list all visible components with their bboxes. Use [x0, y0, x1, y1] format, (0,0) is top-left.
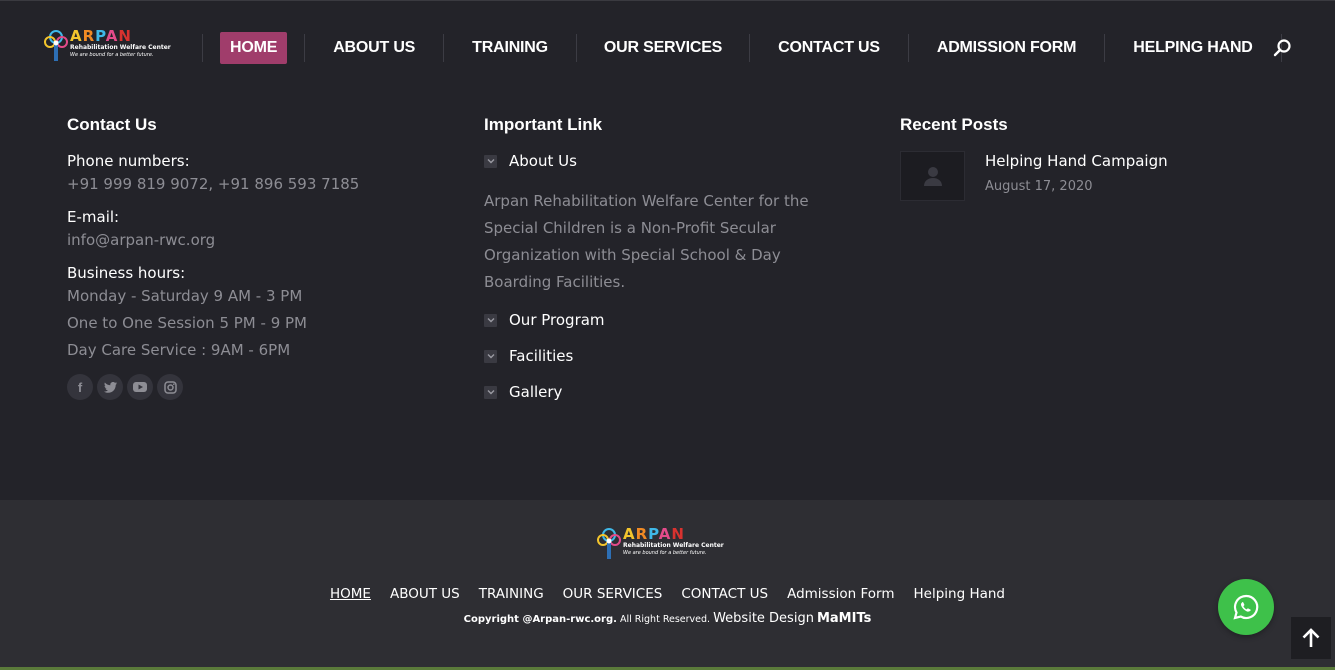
footer-nav-helping-hand[interactable]: Helping Hand: [914, 586, 1006, 602]
recent-posts-widget: Recent Posts Helping Hand Campaign Augus…: [900, 115, 1260, 201]
chevron-down-icon: [484, 385, 497, 399]
link-label: Our Program: [509, 311, 605, 329]
recent-post[interactable]: Helping Hand Campaign August 17, 2020: [900, 151, 1260, 201]
link-label: Facilities: [509, 347, 574, 365]
logo-tagline: We are bound for a better future.: [623, 550, 707, 556]
nav-divider: [443, 34, 445, 62]
logo-subtitle: Rehabilitation Welfare Center: [70, 44, 171, 51]
link-gallery[interactable]: Gallery: [484, 382, 844, 402]
hours-line: One to One Session 5 PM - 9 PM: [67, 314, 307, 332]
site-header: ARPAN Rehabilitation Welfare Center We a…: [0, 0, 1335, 94]
logo-subtitle: Rehabilitation Welfare Center: [623, 542, 724, 549]
contact-title: Contact Us: [67, 115, 157, 134]
main-nav: HOME ABOUT US TRAINING OUR SERVICES CONT…: [202, 32, 1282, 64]
link-our-program[interactable]: Our Program: [484, 310, 844, 330]
logo-mark-icon: [44, 29, 68, 61]
organization-description: Arpan Rehabilitation Welfare Center for …: [484, 192, 809, 291]
footer-nav: HOME ABOUT US TRAINING OUR SERVICES CONT…: [0, 586, 1335, 602]
nav-item-contact-us[interactable]: CONTACT US: [778, 32, 880, 64]
youtube-icon[interactable]: [127, 374, 153, 400]
footer-nav-about-us[interactable]: ABOUT US: [390, 586, 460, 602]
nav-item-home[interactable]: HOME: [220, 32, 288, 64]
nav-divider: [202, 34, 203, 62]
copyright-text: Copyright @Arpan-rwc.org. All Right Rese…: [0, 611, 1335, 626]
footer-nav-training[interactable]: TRAINING: [479, 586, 544, 602]
post-date: August 17, 2020: [985, 179, 1093, 194]
copyright-owner: Copyright @Arpan-rwc.org.: [463, 614, 617, 625]
chevron-down-icon: [484, 349, 497, 363]
hours-line: Day Care Service : 9AM - 6PM: [67, 341, 291, 359]
phone-label: Phone numbers:: [67, 152, 190, 170]
instagram-icon[interactable]: [157, 374, 183, 400]
nav-divider: [304, 34, 306, 62]
contact-widget: Contact Us Phone numbers: +91 999 819 90…: [67, 115, 447, 400]
footer-nav-admission-form[interactable]: Admission Form: [787, 586, 894, 602]
nav-item-our-services[interactable]: OUR SERVICES: [604, 32, 722, 64]
nav-item-about-us[interactable]: ABOUT US: [333, 32, 415, 64]
chevron-down-icon: [484, 154, 497, 168]
facebook-icon[interactable]: f: [67, 374, 93, 400]
logo-word: ARPAN: [623, 525, 685, 543]
logo-word: ARPAN: [70, 27, 132, 45]
logo-tagline: We are bound for a better future.: [70, 52, 154, 58]
copyright-rights: All Right Reserved.: [619, 614, 711, 625]
nav-item-training[interactable]: TRAINING: [472, 32, 548, 64]
important-links-widget: Important Link About Us Arpan Rehabilita…: [484, 115, 844, 402]
link-label: Gallery: [509, 383, 563, 401]
footer-nav-contact-us[interactable]: CONTACT US: [681, 586, 768, 602]
nav-item-helping-hand[interactable]: HELPING HAND: [1133, 32, 1253, 64]
email-label: E-mail:: [67, 208, 120, 226]
post-thumbnail-placeholder-icon[interactable]: [900, 151, 965, 201]
hours-line: Monday - Saturday 9 AM - 3 PM: [67, 287, 303, 305]
scroll-to-top-button[interactable]: [1291, 617, 1331, 659]
design-credit-brand[interactable]: MaMITs: [817, 611, 871, 626]
nav-divider: [1104, 34, 1106, 62]
whatsapp-button[interactable]: [1218, 579, 1274, 635]
search-icon[interactable]: [1272, 38, 1292, 58]
nav-item-admission-form[interactable]: ADMISSION FORM: [937, 32, 1077, 64]
logo-mark-icon: [597, 527, 621, 559]
nav-divider: [749, 34, 751, 62]
arrow-up-icon: [1302, 628, 1320, 647]
link-label: About Us: [509, 152, 577, 170]
recent-posts-title: Recent Posts: [900, 115, 1008, 134]
footer-nav-home[interactable]: HOME: [330, 586, 371, 602]
link-about-us[interactable]: About Us: [484, 151, 844, 171]
post-title[interactable]: Helping Hand Campaign: [985, 151, 1168, 171]
social-links: f: [67, 374, 447, 400]
email-value[interactable]: info@arpan-rwc.org: [67, 227, 447, 254]
footer-nav-our-services[interactable]: OUR SERVICES: [563, 586, 663, 602]
nav-divider: [907, 34, 909, 62]
site-logo[interactable]: ARPAN Rehabilitation Welfare Center We a…: [44, 29, 174, 67]
link-facilities[interactable]: Facilities: [484, 346, 844, 366]
important-links-title: Important Link: [484, 115, 603, 134]
twitter-icon[interactable]: [97, 374, 123, 400]
footer-logo[interactable]: ARPAN Rehabilitation Welfare Center We a…: [597, 527, 727, 567]
bottom-bar: ARPAN Rehabilitation Welfare Center We a…: [0, 500, 1335, 670]
phone-value[interactable]: +91 999 819 9072, +91 896 593 7185: [67, 171, 447, 198]
chevron-down-icon: [484, 313, 497, 327]
design-credit-label: Website Design: [713, 611, 814, 626]
hours-label: Business hours:: [67, 264, 186, 282]
whatsapp-icon: [1233, 594, 1259, 620]
nav-divider: [575, 34, 577, 62]
